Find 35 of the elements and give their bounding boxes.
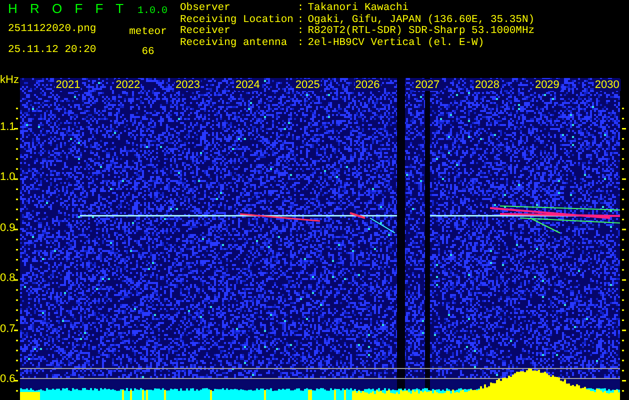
x-axis-label: 2026 [354,79,381,91]
x-axis-label: 2023 [174,79,202,91]
x-axis-label: 2021 [54,79,82,91]
x-axis-label: 2029 [534,79,560,91]
info-label: Receiver [180,26,232,37]
info-label: Receiving antenna [180,38,288,49]
app-title: H R O F F T [8,3,124,14]
x-axis-label: 2022 [114,79,142,91]
x-axis-label: 2027 [414,79,441,91]
axis-unit: kHz [0,74,19,86]
info-value: R820T2(RTL-SDR) SDR-Sharp 53.1000MHz [308,26,535,37]
version-label: 1.0.0 [138,6,168,18]
y-axis-label: 0.7 [0,322,16,335]
y-axis-label: 0.8 [0,272,16,284]
info-label: Observer [180,3,232,14]
meteor-count: 66 [142,46,154,58]
separator-colon: : [297,38,304,49]
info-value: Takanori Kawachi [308,3,410,14]
separator-colon: : [297,26,304,38]
x-axis-label: 2028 [474,79,501,91]
y-axis-label: 0.9 [0,222,16,234]
file-name: 2511122020.png [8,24,98,35]
x-axis-label: 2025 [294,79,321,91]
counter-label: meteor [129,27,167,38]
y-axis-label: 1.1 [0,121,16,133]
y-axis-label: 1.0 [0,171,16,184]
info-value: Ogaki, Gifu, JAPAN (136.60E, 35.35N) [308,14,535,26]
separator-colon: : [297,3,304,14]
info-value: 2el-HB9CV Vertical (el. E-W) [308,38,486,49]
x-axis-label: 2030 [594,79,620,91]
date-time: 25.11.12 20:20 [8,45,98,56]
x-axis-label: 2024 [234,79,261,91]
y-axis-label: 0.6 [0,373,16,385]
info-label: Receiving Location [180,14,294,26]
separator-colon: : [297,14,304,26]
